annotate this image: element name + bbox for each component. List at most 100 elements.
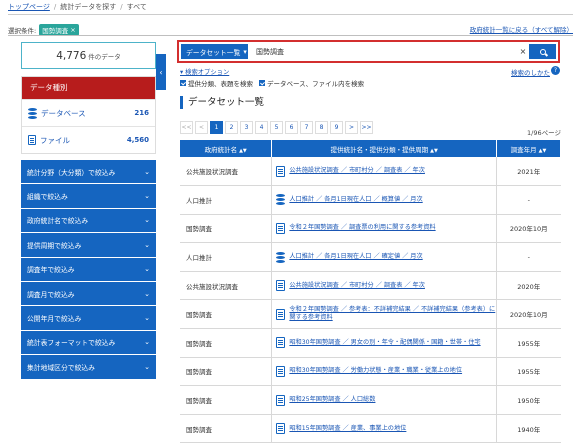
column-header-title[interactable]: 提供統計名・提供分類・提供周期 ▲▼ — [271, 140, 498, 157]
page-button[interactable]: 8 — [315, 121, 328, 134]
checkbox-search-files[interactable]: データベース、ファイル内を検索 — [259, 78, 364, 88]
page-button[interactable]: 7 — [300, 121, 313, 134]
document-icon — [276, 165, 286, 177]
data-type-label: ファイル — [40, 135, 70, 145]
dataset-link[interactable]: 昭和25年国勢調査 ／ 人口総数 — [289, 396, 375, 404]
cell-survey-date: - — [496, 242, 561, 272]
table-row: 公共施設状況調査 公共施設状況調査 ／ 市町村分 ／ 調査表 ／ 年次 2020年 — [180, 271, 561, 301]
data-type-count: 216 — [134, 109, 149, 117]
dataset-link[interactable]: 人口推計 ／ 各月1日現在人口 ／ 概算値 ／ 月次 — [289, 196, 422, 204]
filter-stat-name[interactable]: 政府統計名で絞込み ⌄ — [21, 208, 156, 234]
document-icon — [276, 337, 286, 349]
data-type-count: 4,560 — [126, 136, 149, 144]
chevron-down-icon: ⌄ — [144, 216, 150, 225]
chevron-down-icon: ⌄ — [144, 265, 150, 274]
sort-icon[interactable]: ▲▼ — [430, 148, 438, 154]
page-prev-button[interactable]: < — [195, 121, 208, 134]
page-button[interactable]: 9 — [330, 121, 343, 134]
breadcrumb-home-link[interactable]: トップページ — [8, 2, 50, 12]
cell-dataset-title: 昭和30年国勢調査 ／ 男女の別・年令・配偶関係・国籍・世帯・住宅 — [271, 328, 498, 358]
search-button[interactable] — [529, 44, 556, 59]
search-type-select[interactable]: データセット一覧 ▾ — [181, 44, 248, 59]
cell-dataset-title: 人口推計 ／ 各月1日現在人口 ／ 確定値 ／ 月次 — [271, 242, 498, 272]
filter-region[interactable]: 集計地域区分で絞込み ⌄ — [21, 355, 156, 380]
dataset-link[interactable]: 公共施設状況調査 ／ 市町村分 ／ 調査表 ／ 年次 — [289, 282, 425, 290]
table-row: 人口推計 人口推計 ／ 各月1日現在人口 ／ 確定値 ／ 月次 - — [180, 242, 561, 272]
chevron-left-icon: ‹ — [159, 67, 163, 77]
table-row: 国勢調査 昭和15年国勢調査 ／ 産業、事業上の地位 1940年 — [180, 414, 561, 444]
cell-dataset-title: 昭和15年国勢調査 ／ 産業、事業上の地位 — [271, 414, 498, 444]
filter-survey-year[interactable]: 調査年で絞込み ⌄ — [21, 257, 156, 282]
filter-survey-month[interactable]: 調査月で絞込み ⌄ — [21, 281, 156, 307]
back-to-list-link[interactable]: 政府統計一覧に戻る（すべて解除） — [470, 24, 573, 34]
document-icon — [276, 222, 286, 234]
dataset-link[interactable]: 令和２年国勢調査 ／ 参考表：不詳補完結果 ／ 不詳補完結果（参考表）に関する参… — [289, 306, 496, 322]
page-info: 1/96ページ — [527, 129, 561, 137]
breadcrumb-find: 統計データを探す — [60, 3, 117, 11]
page-button[interactable]: 5 — [270, 121, 283, 134]
filter-format[interactable]: 統計表フォーマットで絞込み ⌄ — [21, 330, 156, 356]
search-icon — [539, 48, 546, 55]
cell-stat-name: 公共施設状況調査 — [180, 157, 272, 187]
search-howto-link[interactable]: 検索のしかた — [511, 67, 550, 77]
clear-icon[interactable]: × — [517, 44, 529, 59]
checkbox-label: 提供分類、表題を検索 — [188, 80, 253, 88]
filter-organization[interactable]: 組織で絞込み ⌄ — [21, 184, 156, 209]
divider — [8, 35, 573, 36]
cell-dataset-title: 令和２年国勢調査 ／ 参考表：不詳補完結果 ／ 不詳補完結果（参考表）に関する参… — [271, 299, 498, 330]
table-row: 国勢調査 令和２年国勢調査 ／ 調査票の利用に関する参考資料 2020年10月 — [180, 214, 561, 244]
dataset-link[interactable]: 昭和15年国勢調査 ／ 産業、事業上の地位 — [289, 425, 406, 433]
page-button[interactable]: 1 — [210, 121, 223, 134]
breadcrumb-separator: / — [120, 3, 123, 11]
dataset-link[interactable]: 昭和30年国勢調査 ／ 労働力状態・産業・職業・従業上の地位 — [289, 367, 462, 375]
chevron-down-icon: ⌄ — [144, 362, 150, 371]
filter-label: 統計分野（大分類）で絞込み — [27, 168, 116, 177]
sort-icon[interactable]: ▲▼ — [239, 148, 247, 154]
page-last-button[interactable]: >> — [360, 121, 373, 134]
page-button[interactable]: 4 — [255, 121, 268, 134]
section-title: データセット一覧 — [180, 96, 264, 109]
divider — [8, 14, 573, 15]
checkbox-checked-icon[interactable] — [180, 80, 186, 86]
page-button[interactable]: 3 — [240, 121, 253, 134]
filter-label: 組織で絞込み — [27, 193, 68, 202]
cell-dataset-title: 昭和30年国勢調査 ／ 労働力状態・産業・職業・従業上の地位 — [271, 357, 498, 387]
cell-stat-name: 国勢調査 — [180, 214, 272, 244]
dataset-link[interactable]: 公共施設状況調査 ／ 市町村分 ／ 調査表 ／ 年次 — [289, 167, 425, 175]
data-type-database[interactable]: データベース 216 — [22, 99, 155, 126]
chevron-down-icon: ▾ — [243, 47, 247, 56]
table-row: 国勢調査 令和２年国勢調査 ／ 参考表：不詳補完結果 ／ 不詳補完結果（参考表）に… — [180, 299, 561, 330]
cell-dataset-title: 人口推計 ／ 各月1日現在人口 ／ 概算値 ／ 月次 — [271, 185, 498, 215]
page-next-button[interactable]: > — [345, 121, 358, 134]
search-options-link[interactable]: ▾ 検索オプション — [180, 67, 229, 76]
column-header-date[interactable]: 調査年月 ▲▼ — [496, 140, 561, 157]
close-icon[interactable]: × — [70, 26, 75, 34]
page-button[interactable]: 2 — [225, 121, 238, 134]
cell-stat-name: 人口推計 — [180, 242, 272, 272]
data-type-file[interactable]: ファイル 4,560 — [22, 126, 155, 153]
cell-survey-date: 1950年 — [496, 385, 561, 415]
search-input[interactable]: 国勢調査 — [251, 44, 517, 59]
filter-label: 提供周期で絞込み — [27, 241, 82, 250]
page-button[interactable]: 6 — [285, 121, 298, 134]
filter-publish-date[interactable]: 公開年月で絞込み ⌄ — [21, 306, 156, 331]
help-icon[interactable]: ? — [551, 66, 560, 75]
table-row: 国勢調査 昭和30年国勢調査 ／ 男女の別・年令・配偶関係・国籍・世帯・住宅 195… — [180, 328, 561, 358]
sort-icon[interactable]: ▲▼ — [539, 148, 547, 154]
dataset-link[interactable]: 令和２年国勢調査 ／ 調査票の利用に関する参考資料 — [289, 224, 435, 232]
dataset-link[interactable]: 人口推計 ／ 各月1日現在人口 ／ 確定値 ／ 月次 — [289, 253, 422, 261]
document-icon — [276, 423, 286, 435]
checkbox-checked-icon[interactable] — [259, 80, 265, 86]
dataset-link[interactable]: 昭和30年国勢調査 ／ 男女の別・年令・配偶関係・国籍・世帯・住宅 — [289, 339, 480, 347]
page-first-button[interactable]: << — [180, 121, 193, 134]
checkbox-search-title[interactable]: 提供分類、表題を検索 — [180, 78, 253, 88]
result-count: 4,776 件のデータ — [21, 42, 156, 69]
filter-cycle[interactable]: 提供周期で絞込み ⌄ — [21, 233, 156, 258]
filter-stat-field[interactable]: 統計分野（大分類）で絞込み ⌄ — [21, 160, 156, 185]
cell-dataset-title: 令和２年国勢調査 ／ 調査票の利用に関する参考資料 — [271, 214, 498, 244]
sidebar-collapse-button[interactable]: ‹ — [156, 54, 166, 90]
column-header-stat[interactable]: 政府統計名 ▲▼ — [180, 140, 273, 157]
filter-label: 調査月で絞込み — [27, 290, 75, 299]
database-icon — [28, 107, 37, 119]
cell-stat-name: 人口推計 — [180, 185, 272, 215]
